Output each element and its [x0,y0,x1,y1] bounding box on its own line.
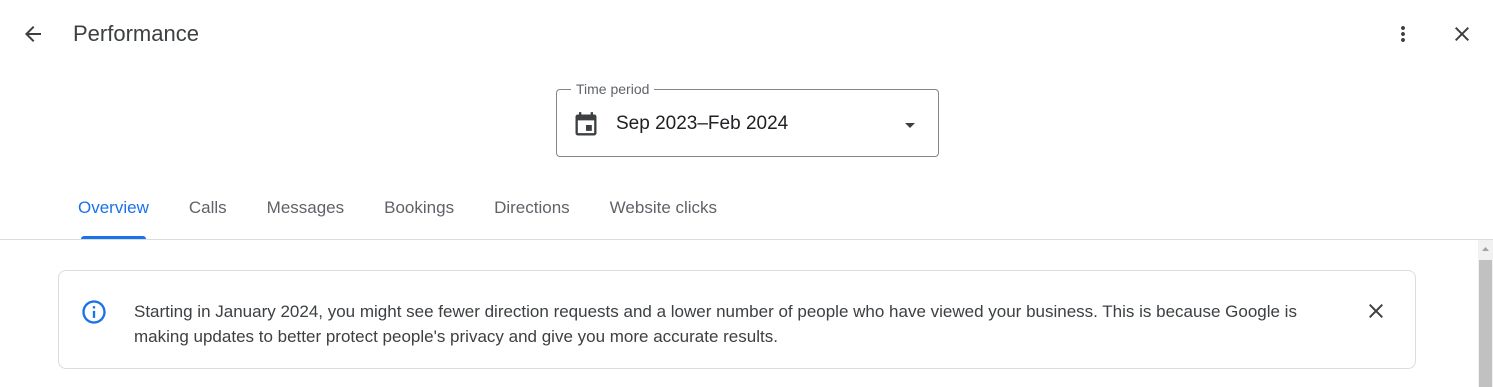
back-button[interactable] [13,14,53,54]
more-options-button[interactable] [1383,14,1423,54]
page-title: Performance [73,21,199,46]
info-banner: Starting in January 2024, you might see … [58,270,1416,369]
time-period-value: Sep 2023–Feb 2024 [616,113,789,134]
performance-dialog: Performance Time period Sep 2023–Feb 202… [0,0,1493,387]
time-period-label: Time period [571,80,655,98]
tab-directions[interactable]: Directions [474,186,590,239]
info-banner-text: Starting in January 2024, you might see … [134,302,1297,346]
close-icon [1369,304,1383,318]
tab-website-clicks[interactable]: Website clicks [590,186,737,239]
close-button[interactable] [1442,14,1482,54]
scrollbar-thumb[interactable] [1479,260,1492,387]
close-icon [1455,27,1469,41]
tab-bookings[interactable]: Bookings [364,186,474,239]
calendar-icon [575,112,597,136]
dismiss-banner-button[interactable] [1356,291,1396,331]
tab-messages[interactable]: Messages [247,186,364,239]
info-icon [82,300,106,324]
more-vert-icon [1401,26,1405,42]
tab-overview[interactable]: Overview [58,186,169,239]
time-period-select[interactable]: Time period Sep 2023–Feb 2024 [556,80,939,157]
arrow-back-icon [25,26,41,42]
tab-calls[interactable]: Calls [169,186,247,239]
tabs-divider [0,239,1493,240]
scroll-up-arrow-icon[interactable] [1478,242,1493,256]
scrollbar[interactable] [1478,240,1493,387]
tab-bar: Overview Calls Messages Bookings Directi… [58,186,737,239]
arrow-drop-down-icon [905,123,915,128]
